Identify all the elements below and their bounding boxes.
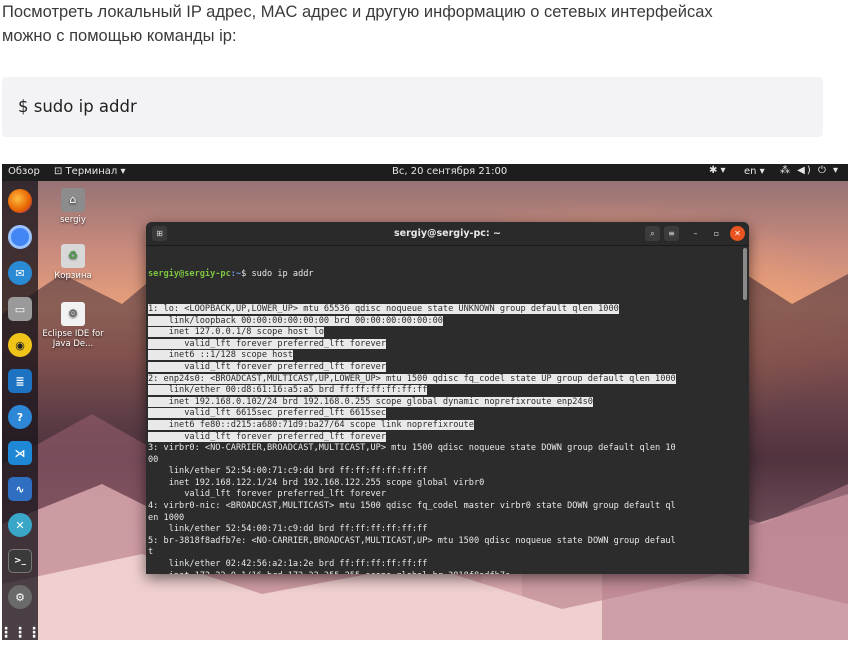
clock[interactable]: Вс, 20 сентября 21:00 <box>392 166 507 177</box>
terminal-line: valid_lft forever preferred_lft forever <box>148 338 742 351</box>
terminal-line-text: link/ether 02:42:56:a2:1a:2e brd ff:ff:f… <box>148 559 428 570</box>
desktop-icon-trash[interactable]: ♻ Корзина <box>38 244 108 281</box>
prompt-path: :~ <box>230 269 242 280</box>
desktop-icon-label: Eclipse IDE for Java De... <box>42 329 104 349</box>
terminal-line: inet 192.168.122.1/24 brd 192.168.122.25… <box>148 478 742 490</box>
terminal-line: 00 <box>148 455 742 467</box>
app-grid-icon[interactable]: ⋮⋮⋮ <box>2 621 41 640</box>
desktop-icon-eclipse[interactable]: ⚙ Eclipse IDE for Java De... <box>38 302 108 349</box>
terminal-line-text: 00 <box>148 454 159 465</box>
terminal-line-text: valid_lft forever preferred_lft forever <box>148 431 386 442</box>
menu-icon[interactable]: ≡ <box>664 226 679 241</box>
article-paragraph: Посмотреть локальный IP адрес, MAC адрес… <box>2 0 842 48</box>
terminal-line: inet 172.22.0.1/16 brd 172.22.255.255 sc… <box>148 571 742 574</box>
writer-icon[interactable]: ≣ <box>8 369 32 393</box>
keyboard-layout[interactable]: en ▾ <box>744 166 765 177</box>
settings-icon[interactable]: ⚙ <box>8 585 32 609</box>
terminal-line-text: inet 192.168.122.1/24 brd 192.168.122.25… <box>148 477 485 488</box>
close-icon[interactable]: ✕ <box>730 226 745 241</box>
terminal-line-text: 2: enp24s0: <BROADCAST,MULTICAST,UP,LOWE… <box>148 373 676 384</box>
vscode-icon[interactable]: ⋊ <box>8 441 32 465</box>
terminal-line: link/ether 52:54:00:71:c9:dd brd ff:ff:f… <box>148 524 742 536</box>
files-icon[interactable]: ▭ <box>8 297 32 321</box>
monitor-icon[interactable]: ∿ <box>8 477 32 501</box>
terminal-line-text: link/ether 00:d8:61:16:a5:a5 brd ff:ff:f… <box>148 385 428 396</box>
terminal-output[interactable]: sergiy@sergiy-pc:~$ sudo ip addr 1: lo: … <box>146 246 742 574</box>
article-line-1: Посмотреть локальный IP адрес, MAC адрес… <box>2 3 713 21</box>
terminal-line-text: en 1000 <box>148 512 185 523</box>
terminal-line: inet 192.168.0.102/24 brd 192.168.0.255 … <box>148 396 742 409</box>
terminal-line-text: link/ether 52:54:00:71:c9:dd brd ff:ff:f… <box>148 466 428 477</box>
code-command: $ sudo ip addr <box>18 97 137 116</box>
terminal-line-text: valid_lft forever preferred_lft forever <box>148 338 386 349</box>
terminal-line: valid_lft forever preferred_lft forever <box>148 489 742 501</box>
desktop-icon-home[interactable]: ⌂ sergiy <box>38 188 108 225</box>
terminal-line-text: link/loopback 00:00:00:00:00:00 brd 00:0… <box>148 315 443 326</box>
maximize-icon[interactable]: ▫ <box>709 226 724 241</box>
terminal-line-text: valid_lft forever preferred_lft forever <box>148 489 386 500</box>
terminal-line-text: inet 192.168.0.102/24 brd 192.168.0.255 … <box>148 396 593 407</box>
terminal-line-text: inet 127.0.0.1/8 scope host lo <box>148 327 324 338</box>
terminal-line: 2: enp24s0: <BROADCAST,MULTICAST,UP,LOWE… <box>148 373 742 386</box>
chromium-icon[interactable] <box>8 225 32 249</box>
terminal-line-text: valid_lft forever preferred_lft forever <box>148 361 386 372</box>
accessibility-icon[interactable]: ✱ ▾ <box>709 165 726 176</box>
search-icon[interactable]: ⌕ <box>645 226 660 241</box>
terminal-line: valid_lft 6615sec preferred_lft 6615sec <box>148 408 742 420</box>
terminal-line-text: valid_lft 6615sec preferred_lft 6615sec <box>148 408 386 419</box>
terminal-line-text: inet 172.22.0.1/16 brd 172.22.255.255 sc… <box>148 571 510 574</box>
terminal-line-text: 4: virbr0-nic: <BROADCAST,MULTICAST> mtu… <box>148 501 676 512</box>
terminal-line: 1: lo: <LOOPBACK,UP,LOWER_UP> mtu 65536 … <box>148 303 742 316</box>
prompt-line: sergiy@sergiy-pc:~$ sudo ip addr <box>148 269 742 281</box>
terminal-line: 3: virbr0: <NO-CARRIER,BROADCAST,MULTICA… <box>148 443 742 455</box>
terminal-scrollbar[interactable] <box>743 248 747 300</box>
firefox-icon[interactable] <box>8 189 32 213</box>
terminal-line: t <box>148 547 742 559</box>
terminal-window[interactable]: ⊞ sergiy@sergiy-pc: ~ ⌕ ≡ – ▫ ✕ sergiy@s… <box>146 222 749 574</box>
thunderbird-icon[interactable]: ✉ <box>8 261 32 285</box>
terminal-icon[interactable]: >_ <box>8 549 32 573</box>
terminal-line: link/ether 52:54:00:71:c9:dd brd ff:ff:f… <box>148 466 742 478</box>
code-block[interactable]: $ sudo ip addr <box>2 77 823 137</box>
terminal-line-text: inet6 fe80::d215:a680:71d9:ba27/64 scope… <box>148 419 474 430</box>
terminal-line: link/ether 00:d8:61:16:a5:a5 brd ff:ff:f… <box>148 385 742 397</box>
top-bar: Обзор ⊡ Терминал ▾ Вс, 20 сентября 21:00… <box>2 164 848 181</box>
eclipse-icon: ⚙ <box>61 302 85 326</box>
terminal-line: 5: br-3818f8adfb7e: <NO-CARRIER,BROADCAS… <box>148 536 742 548</box>
rhythmbox-icon[interactable]: ◉ <box>8 333 32 357</box>
terminal-line-text: link/ether 52:54:00:71:c9:dd brd ff:ff:f… <box>148 524 428 535</box>
terminal-line: valid_lft forever preferred_lft forever <box>148 431 742 444</box>
app-menu[interactable]: ⊡ Терминал ▾ <box>54 166 125 177</box>
terminal-line: link/ether 02:42:56:a2:1a:2e brd ff:ff:f… <box>148 559 742 571</box>
terminal-line: en 1000 <box>148 513 742 525</box>
desktop-icon-label: Корзина <box>54 271 92 281</box>
terminal-line: valid_lft forever preferred_lft forever <box>148 361 742 374</box>
terminal-line-text: 5: br-3818f8adfb7e: <NO-CARRIER,BROADCAS… <box>148 535 676 546</box>
trash-icon: ♻ <box>61 244 85 268</box>
system-status-menu[interactable]: ⁂ ◀) ⏻ ▾ <box>780 165 840 176</box>
home-folder-icon: ⌂ <box>61 188 85 212</box>
article-line-2: можно с помощью команды ip: <box>2 27 237 45</box>
prompt-user: sergiy@sergiy-pc <box>148 269 231 280</box>
prompt-command: $ sudo ip addr <box>241 269 314 280</box>
terminal-line: inet 127.0.0.1/8 scope host lo <box>148 327 742 339</box>
desktop-screenshot: Обзор ⊡ Терминал ▾ Вс, 20 сентября 21:00… <box>2 164 848 640</box>
minimize-icon[interactable]: – <box>688 226 703 241</box>
terminal-line: inet6 ::1/128 scope host <box>148 350 742 362</box>
remmina-icon[interactable]: ✕ <box>8 513 32 537</box>
terminal-line: 4: virbr0-nic: <BROADCAST,MULTICAST> mtu… <box>148 501 742 513</box>
dock: ✉ ▭ ◉ ≣ ? ⋊ ∿ ✕ >_ ⚙ ⋮⋮⋮ <box>2 181 41 640</box>
terminal-line-text: inet6 ::1/128 scope host <box>148 350 293 361</box>
terminal-line-text: 1: lo: <LOOPBACK,UP,LOWER_UP> mtu 65536 … <box>148 303 619 314</box>
terminal-line-text: t <box>148 547 154 558</box>
help-icon[interactable]: ? <box>8 405 32 429</box>
terminal-line: link/loopback 00:00:00:00:00:00 brd 00:0… <box>148 315 742 328</box>
desktop-icon-label: sergiy <box>60 215 86 225</box>
terminal-line: inet6 fe80::d215:a680:71d9:ba27/64 scope… <box>148 419 742 432</box>
activities-button[interactable]: Обзор <box>8 166 40 177</box>
terminal-line-text: 3: virbr0: <NO-CARRIER,BROADCAST,MULTICA… <box>148 443 676 454</box>
terminal-titlebar[interactable]: ⊞ sergiy@sergiy-pc: ~ ⌕ ≡ – ▫ ✕ <box>146 222 749 246</box>
